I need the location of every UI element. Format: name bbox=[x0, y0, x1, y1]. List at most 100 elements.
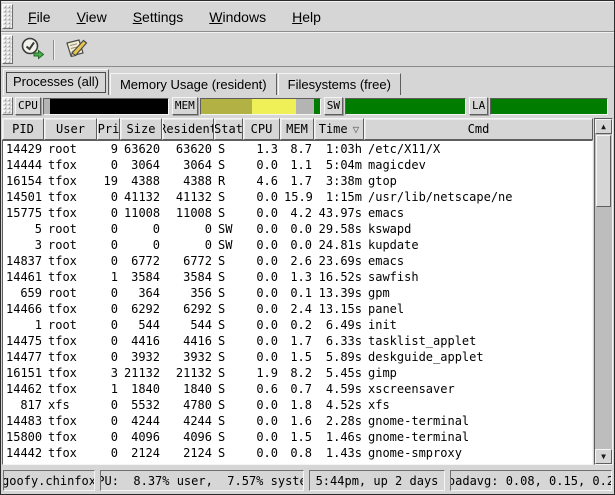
cell-size: 4388 bbox=[121, 173, 163, 189]
process-row[interactable]: 5root000SW0.00.029.58skswapd bbox=[3, 221, 592, 237]
la-bar-label[interactable]: LA bbox=[469, 97, 488, 115]
menu-settings[interactable]: Settings bbox=[120, 7, 197, 27]
cell-mem: 0.1 bbox=[281, 285, 315, 301]
cell-pri: 0 bbox=[98, 253, 121, 269]
menu-file[interactable]: File bbox=[15, 7, 64, 27]
scrollbar-thumb[interactable] bbox=[596, 135, 611, 207]
menu-windows[interactable]: Windows bbox=[196, 7, 279, 27]
scrollbar-down-arrow-icon[interactable]: ▼ bbox=[595, 449, 612, 464]
scrollbar-up-arrow-icon[interactable]: ▲ bbox=[595, 119, 612, 134]
cell-resident: 11008 bbox=[163, 205, 215, 221]
cell-time: 1:15m bbox=[315, 189, 365, 205]
vertical-scrollbar[interactable]: ▲ ▼ bbox=[594, 118, 613, 465]
scrollbar-trough[interactable] bbox=[595, 208, 612, 449]
cell-stat: S bbox=[215, 333, 244, 349]
process-row[interactable]: 15800tfox040964096S0.01.51.46sgnome-term… bbox=[3, 429, 592, 445]
cell-stat: S bbox=[215, 317, 244, 333]
toolbar-drag-handle[interactable] bbox=[2, 35, 13, 64]
process-row[interactable]: 14429root96362063620S1.38.71:03h/etc/X11… bbox=[3, 141, 592, 157]
edit-note-button[interactable] bbox=[58, 35, 92, 64]
process-row[interactable]: 3root000SW0.00.024.81skupdate bbox=[3, 237, 592, 253]
column-header-mem[interactable]: MEM bbox=[280, 118, 314, 140]
cell-cmd: gimp bbox=[365, 365, 592, 381]
swap-usage-bar[interactable] bbox=[345, 98, 466, 115]
process-row[interactable]: 817xfs055324780S0.01.84.52sxfs bbox=[3, 397, 592, 413]
process-row[interactable]: 14466tfox062926292S0.02.413.15spanel bbox=[3, 301, 592, 317]
cell-resident: 6292 bbox=[163, 301, 215, 317]
sw-bar-label[interactable]: SW bbox=[324, 97, 343, 115]
process-row[interactable]: 14477tfox039323932S0.01.55.89sdeskguide_… bbox=[3, 349, 592, 365]
process-row[interactable]: 16151tfox32113221132S1.98.25.45sgimp bbox=[3, 365, 592, 381]
cell-mem: 0.0 bbox=[281, 237, 315, 253]
tab-filesystems[interactable]: Filesystems (free) bbox=[278, 73, 401, 95]
cell-time: 29.58s bbox=[315, 221, 365, 237]
process-row[interactable]: 1root0544544S0.00.26.49sinit bbox=[3, 317, 592, 333]
cpu-usage-bar[interactable] bbox=[43, 98, 169, 115]
tab-processes[interactable]: Processes (all) bbox=[3, 69, 109, 95]
cell-cpu: 0.0 bbox=[244, 397, 281, 413]
cell-pid: 15775 bbox=[3, 205, 45, 221]
column-header-pid[interactable]: PID bbox=[2, 118, 44, 140]
cell-time: 13.39s bbox=[315, 285, 365, 301]
process-row[interactable]: 14462tfox118401840S0.60.74.59sxscreensav… bbox=[3, 381, 592, 397]
cell-pri: 0 bbox=[98, 317, 121, 333]
column-header-cpu[interactable]: CPU bbox=[243, 118, 280, 140]
cell-user: tfox bbox=[45, 381, 98, 397]
timer-run-button[interactable] bbox=[15, 35, 49, 64]
cell-pri: 0 bbox=[98, 445, 121, 461]
cell-stat: S bbox=[215, 253, 244, 269]
cell-stat: S bbox=[215, 189, 244, 205]
cell-pid: 16151 bbox=[3, 365, 45, 381]
process-row[interactable]: 14444tfox030643064S0.01.15:04mmagicdev bbox=[3, 157, 592, 173]
cell-size: 5532 bbox=[121, 397, 163, 413]
column-header-resident[interactable]: Resident bbox=[162, 118, 214, 140]
menu-help[interactable]: Help bbox=[279, 7, 334, 27]
cell-mem: 15.9 bbox=[281, 189, 315, 205]
cell-resident: 41132 bbox=[163, 189, 215, 205]
cell-time: 16.52s bbox=[315, 269, 365, 285]
process-row[interactable]: 15775tfox01100811008S0.04.243.97semacs bbox=[3, 205, 592, 221]
cell-user: tfox bbox=[45, 333, 98, 349]
column-header-user[interactable]: User bbox=[44, 118, 97, 140]
column-header-pri[interactable]: Pri bbox=[97, 118, 120, 140]
cell-resident: 3932 bbox=[163, 349, 215, 365]
process-row[interactable]: 16154tfox1943884388R4.61.73:38mgtop bbox=[3, 173, 592, 189]
cell-time: 5:04m bbox=[315, 157, 365, 173]
memory-usage-bar[interactable] bbox=[200, 98, 321, 115]
cell-user: tfox bbox=[45, 301, 98, 317]
menu-view[interactable]: View bbox=[64, 7, 120, 27]
column-header-label: Stat bbox=[214, 122, 243, 136]
column-header-time[interactable]: Time▽ bbox=[314, 118, 364, 140]
process-row[interactable]: 14837tfox067726772S0.02.623.69semacs bbox=[3, 253, 592, 269]
process-row[interactable]: 14442tfox021242124S0.00.81.43sgnome-smpr… bbox=[3, 445, 592, 461]
menubar-drag-handle[interactable] bbox=[2, 4, 13, 29]
column-header-label: Pri bbox=[98, 122, 120, 136]
process-row[interactable]: 14475tfox044164416S0.01.76.33stasklist_a… bbox=[3, 333, 592, 349]
process-row[interactable]: 14501tfox04113241132S0.015.91:15m/usr/li… bbox=[3, 189, 592, 205]
cell-user: root bbox=[45, 317, 98, 333]
status-loadavg: loadavg: 0.08, 0.15, 0.25 bbox=[450, 470, 612, 491]
process-row[interactable]: 14461tfox135843584S0.01.316.52ssawfish bbox=[3, 269, 592, 285]
tab-memory-usage[interactable]: Memory Usage (resident) bbox=[110, 73, 277, 95]
process-row[interactable]: 14483tfox042444244S0.01.62.28sgnome-term… bbox=[3, 413, 592, 429]
cell-resident: 4244 bbox=[163, 413, 215, 429]
cpu-bar-label[interactable]: CPU bbox=[15, 97, 41, 115]
cell-resident: 63620 bbox=[163, 141, 215, 157]
cell-size: 544 bbox=[121, 317, 163, 333]
status-hostname: goofy.chinfox bbox=[3, 470, 95, 491]
resource-row-drag-handle[interactable] bbox=[2, 97, 13, 115]
cell-cmd: deskguide_applet bbox=[365, 349, 592, 365]
loadavg-bar[interactable] bbox=[490, 98, 608, 115]
column-header-size[interactable]: Size bbox=[120, 118, 162, 140]
mem-bar-label[interactable]: MEM bbox=[172, 97, 198, 115]
cell-pid: 14475 bbox=[3, 333, 45, 349]
cell-pri: 0 bbox=[98, 237, 121, 253]
column-header-stat[interactable]: Stat bbox=[214, 118, 243, 140]
edit-note-icon bbox=[62, 36, 88, 64]
toolbar bbox=[1, 32, 614, 67]
column-header-cmd[interactable]: Cmd bbox=[364, 118, 593, 140]
cell-resident: 0 bbox=[163, 237, 215, 253]
cell-stat: S bbox=[215, 157, 244, 173]
process-row[interactable]: 659root0364356S0.00.113.39sgpm bbox=[3, 285, 592, 301]
cell-stat: S bbox=[215, 285, 244, 301]
